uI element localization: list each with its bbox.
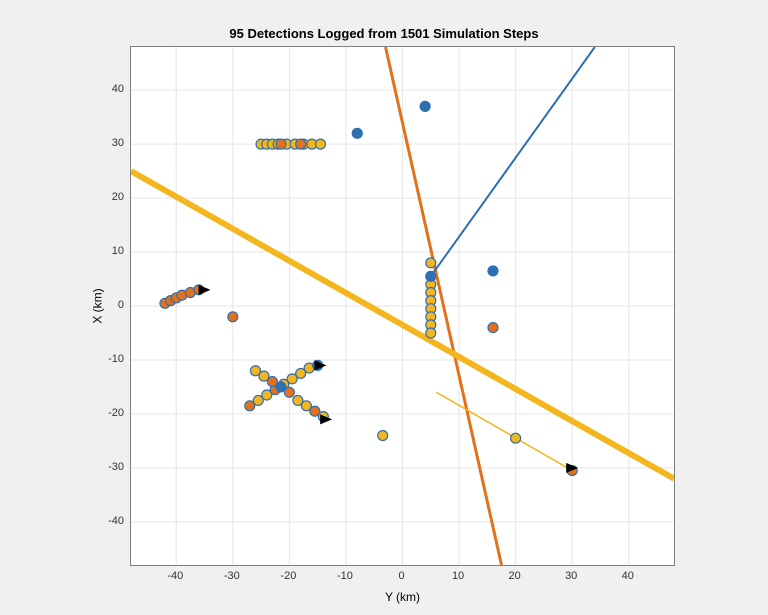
x-tick: 0 xyxy=(398,570,404,582)
plot-title: 95 Detections Logged from 1501 Simulatio… xyxy=(0,26,768,41)
x-tick: -30 xyxy=(224,570,240,582)
x-tick: -40 xyxy=(167,570,183,582)
axes[interactable] xyxy=(130,46,675,566)
x-tick: 30 xyxy=(565,570,577,582)
y-tick: 0 xyxy=(118,299,124,311)
x-tick: 20 xyxy=(509,570,521,582)
x-axis-label: Y (km) xyxy=(130,590,675,604)
x-tick: -20 xyxy=(280,570,296,582)
x-tick: 10 xyxy=(452,570,464,582)
y-axis-label: X (km) xyxy=(80,46,115,566)
plot-canvas xyxy=(131,47,674,565)
figure-window: 95 Detections Logged from 1501 Simulatio… xyxy=(0,0,768,615)
x-tick: 40 xyxy=(622,570,634,582)
x-tick: -10 xyxy=(337,570,353,582)
